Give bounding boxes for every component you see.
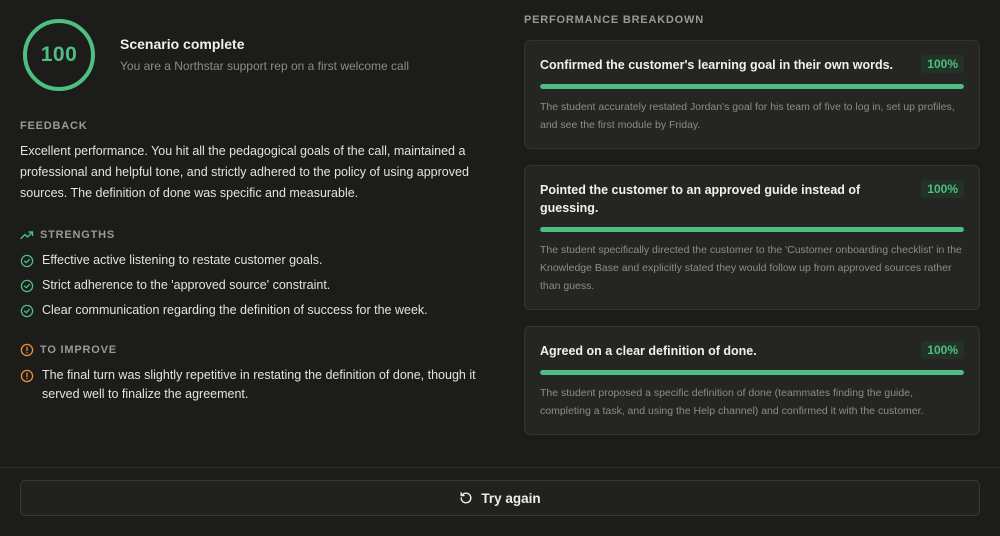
strength-text: Strict adherence to the 'approved source… [42,278,331,292]
footer-bar: Try again [0,467,1000,536]
strengths-heading: STRENGTHS [20,228,490,242]
criterion-progress-fill [540,370,964,375]
strength-item: Strict adherence to the 'approved source… [20,276,490,295]
strengths-list: Effective active listening to restate cu… [20,251,490,320]
strength-item: Effective active listening to restate cu… [20,251,490,270]
strengths-label: STRENGTHS [40,229,116,241]
criterion-progress-fill [540,84,964,89]
criterion-card: Pointed the customer to an approved guid… [524,165,980,310]
criterion-description: The student proposed a specific definiti… [540,387,924,417]
check-circle-icon [20,279,34,293]
feedback-text: Excellent performance. You hit all the p… [20,144,469,200]
strength-text: Effective active listening to restate cu… [42,253,323,267]
strength-item: Clear communication regarding the defini… [20,301,490,320]
criterion-score: 100% [921,341,964,359]
scenario-title: Scenario complete [120,35,245,52]
criterion-progress-bar [540,227,964,232]
improve-label: TO IMPROVE [40,344,117,356]
criterion-title: Confirmed the customer's learning goal i… [540,58,894,72]
score-value: 100 [40,43,78,66]
check-circle-icon [20,254,34,268]
criterion-progress-bar [540,370,964,375]
score-header: 100 Scenario complete You are a Northsta… [20,16,490,94]
criterion-score: 100% [921,180,964,198]
results-panel: 100 Scenario complete You are a Northsta… [20,16,490,410]
strength-text: Clear communication regarding the defini… [42,303,428,317]
improve-list: The final turn was slightly repetitive i… [20,366,490,404]
alert-circle-icon [20,369,34,383]
check-circle-icon [20,304,34,318]
feedback-heading: FEEDBACK [20,120,88,132]
try-again-label: Try again [481,490,541,506]
criterion-score: 100% [921,55,964,73]
criterion-progress-bar [540,84,964,89]
improve-item: The final turn was slightly repetitive i… [20,366,490,404]
alert-circle-icon [20,343,34,357]
trending-up-icon [20,228,34,242]
performance-breakdown: PERFORMANCE BREAKDOWN Confirmed the cust… [524,14,980,435]
criterion-card: Agreed on a clear definition of done. 10… [524,326,980,435]
rotate-ccw-icon [459,491,473,505]
criterion-progress-fill [540,227,964,232]
score-ring: 100 [20,16,98,94]
criterion-description: The student specifically directed the cu… [540,244,962,292]
criterion-title: Agreed on a clear definition of done. [540,344,757,358]
try-again-button[interactable]: Try again [20,480,980,516]
breakdown-heading: PERFORMANCE BREAKDOWN [524,14,704,26]
criterion-card: Confirmed the customer's learning goal i… [524,40,980,149]
criterion-description: The student accurately restated Jordan's… [540,101,955,131]
improve-heading: TO IMPROVE [20,343,490,357]
scenario-subtitle: You are a Northstar support rep on a fir… [120,58,410,73]
improve-text: The final turn was slightly repetitive i… [42,368,476,401]
criterion-title: Pointed the customer to an approved guid… [540,183,861,215]
